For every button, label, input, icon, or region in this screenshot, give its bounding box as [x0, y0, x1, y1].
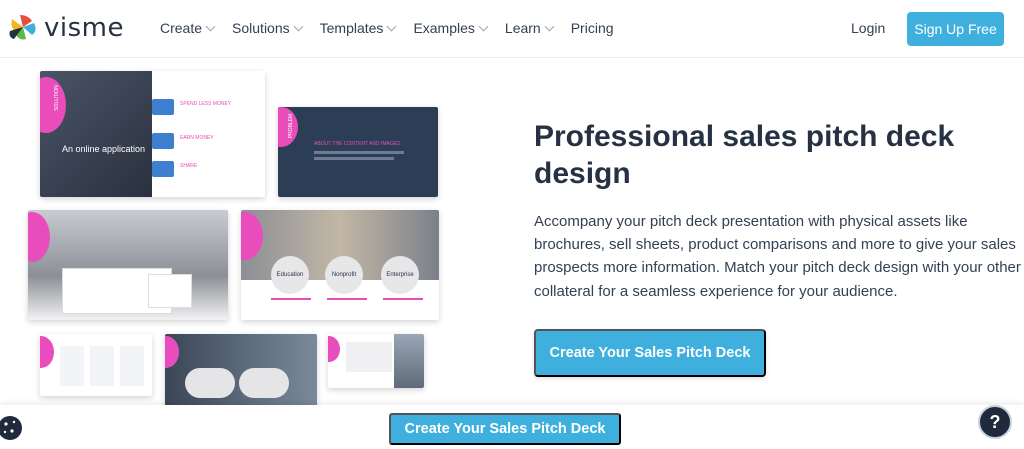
feature-label: SPEND LESS MONEY	[180, 101, 232, 107]
chevron-down-icon	[205, 21, 216, 31]
pink-accent	[40, 336, 54, 368]
brand-logo[interactable]: visme	[6, 13, 124, 43]
slide-side-label: SOLUTION	[53, 85, 60, 111]
menu-label: Templates	[319, 20, 384, 36]
slide-heading: ABOUT THE CONTENT AND IMAGES	[314, 141, 401, 147]
menu-label: Examples	[413, 20, 475, 36]
hero-title: Professional sales pitch deck design	[534, 120, 955, 190]
template-collage: SOLUTION An online application SPEND LES…	[0, 62, 460, 406]
cookie-icon[interactable]	[0, 413, 26, 443]
pink-accent	[328, 336, 340, 362]
phone-mockup	[148, 274, 192, 308]
slide-side-label: PROBLEM	[288, 113, 295, 139]
city-photo	[394, 334, 424, 388]
slide-preview-problem: PROBLEM ABOUT THE CONTENT AND IMAGES	[278, 107, 438, 197]
price-pill	[185, 368, 235, 398]
menu-learn[interactable]: Learn	[504, 20, 555, 36]
logo-icon	[9, 15, 36, 40]
chevron-down-icon	[544, 21, 555, 31]
menu-templates[interactable]: Templates	[319, 20, 397, 36]
segment-badge: Education	[271, 256, 309, 294]
screen-mockup	[346, 342, 392, 372]
feature-grid	[60, 346, 144, 386]
menu-examples[interactable]: Examples	[413, 20, 489, 36]
create-pitch-deck-button[interactable]: Create Your Sales Pitch Deck	[534, 329, 766, 377]
feature-icon	[152, 133, 174, 149]
feature-label: SHARE	[180, 163, 198, 169]
text-line	[327, 298, 367, 300]
segment-badge: Enterprise	[381, 256, 419, 294]
slide-preview-city	[328, 334, 424, 388]
text-line	[271, 298, 311, 300]
sticky-cta-bar: Create Your Sales Pitch Deck	[0, 405, 1024, 449]
slide-preview-product	[28, 210, 228, 320]
signup-button[interactable]: Sign Up Free	[907, 12, 1004, 46]
login-link[interactable]: Login	[851, 20, 885, 36]
menu-label: Learn	[504, 20, 541, 36]
menu-pricing[interactable]: Pricing	[571, 20, 614, 36]
chevron-down-icon	[386, 21, 397, 31]
slide-heading: An online application	[62, 144, 146, 154]
hero-description: Accompany your pitch deck presentation w…	[534, 213, 1021, 300]
menu-label: Pricing	[570, 20, 614, 36]
brand-name: visme	[44, 13, 124, 43]
text-line	[314, 151, 404, 154]
text-line	[383, 298, 423, 300]
feature-icon	[152, 161, 174, 177]
price-pill	[239, 368, 289, 398]
main-menu: Create Solutions Templates Examples Lear…	[160, 20, 632, 36]
menu-create[interactable]: Create	[160, 20, 216, 36]
menu-label: Solutions	[232, 20, 290, 36]
feature-label: EARN MONEY	[180, 135, 214, 141]
slide-preview-features	[40, 334, 152, 396]
chevron-down-icon	[293, 21, 304, 31]
menu-label: Create	[160, 20, 203, 36]
slide-preview-customers: Education Nonprofit Enterprise	[241, 210, 439, 320]
plant-photo	[165, 334, 317, 406]
top-navbar: visme Create Solutions Templates Example…	[0, 0, 1024, 58]
help-icon[interactable]: ?	[978, 405, 1012, 439]
slide-preview-solution: SOLUTION An online application SPEND LES…	[40, 71, 265, 197]
slide-preview-plant	[165, 334, 317, 406]
chevron-down-icon	[478, 21, 489, 31]
menu-solutions[interactable]: Solutions	[232, 20, 304, 36]
text-line	[314, 157, 394, 160]
sticky-create-pitch-deck-button[interactable]: Create Your Sales Pitch Deck	[389, 413, 621, 445]
segment-badge: Nonprofit	[325, 256, 363, 294]
feature-icon	[152, 99, 174, 115]
